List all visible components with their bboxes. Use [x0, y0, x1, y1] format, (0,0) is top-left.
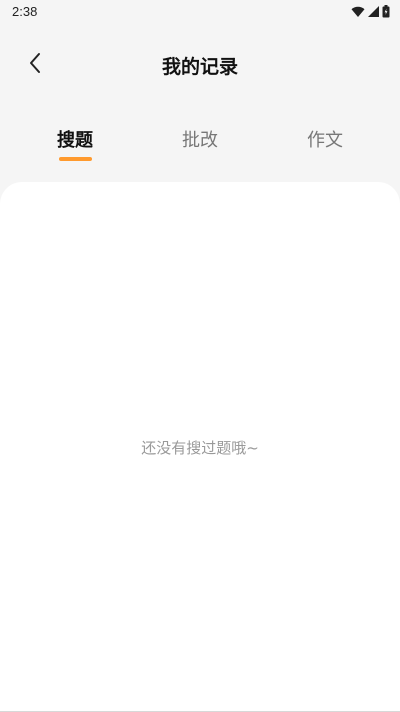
tab-corrections[interactable]: 批改: [150, 126, 250, 152]
tab-search-questions[interactable]: 搜题: [25, 126, 125, 152]
wifi-icon: [351, 6, 365, 18]
page-title: 我的记录: [161, 56, 238, 78]
status-time: 2:38: [12, 4, 38, 19]
battery-icon: [382, 5, 390, 18]
signal-icon: [368, 6, 379, 17]
empty-state-message: 还没有搜过题哦~: [141, 439, 259, 457]
header: 我的记录: [0, 40, 400, 88]
status-bar: 2:38: [0, 0, 400, 24]
tab-bar: 搜题 批改 作文: [0, 120, 400, 164]
tab-essays[interactable]: 作文: [275, 126, 375, 152]
active-tab-indicator: [59, 157, 92, 161]
records-content: 还没有搜过题哦~: [0, 182, 400, 712]
status-icons: [351, 5, 390, 18]
screen: 2:38 我的记录 搜题 批改 作文 还没有搜过题哦~: [0, 0, 400, 712]
